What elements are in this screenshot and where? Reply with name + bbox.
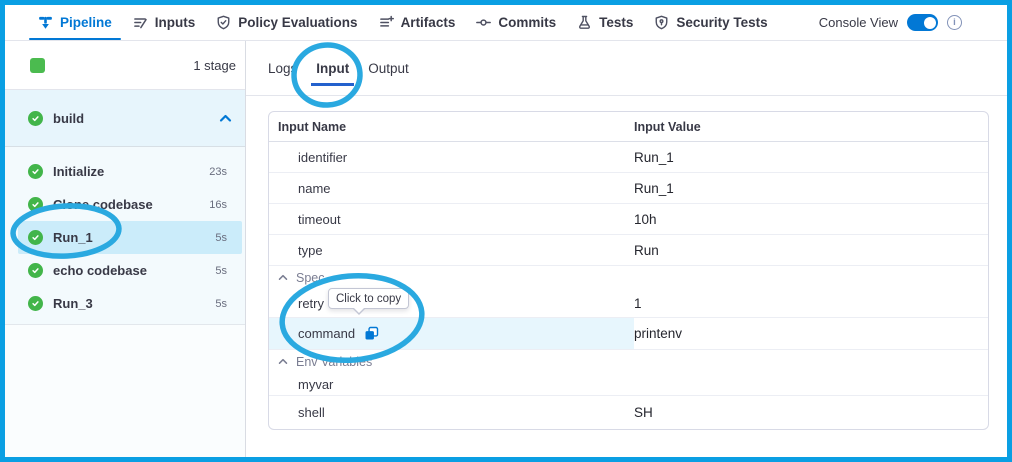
step-name: Run_3 [53,296,93,311]
group-label: Spec [296,271,325,285]
nav-tab-tests[interactable]: Tests [568,5,642,40]
table-row-name: name Run_1 [269,173,988,204]
step-duration: 5s [215,265,227,277]
step-run-1[interactable]: Run_1 5s [18,221,242,254]
chevron-up-icon [278,274,288,281]
step-name: echo codebase [53,263,147,278]
nav-tab-label: Security Tests [676,15,767,30]
stage-header-build[interactable]: build [5,90,245,147]
input-name: shell [269,396,634,429]
nav-right-controls: Console View i [819,14,962,31]
input-value: Run_1 [634,150,988,165]
nav-tab-label: Policy Evaluations [238,15,357,30]
execution-sidebar: 1 stage build Initialize 23s [5,41,246,457]
tab-input[interactable]: Input [316,61,349,76]
top-nav: Pipeline Inputs Policy Evaluations Artif… [5,5,1007,41]
success-check-icon [28,164,43,179]
nav-tab-artifacts[interactable]: Artifacts [370,5,465,40]
nav-tab-pipeline[interactable]: Pipeline [29,5,121,40]
input-name: timeout [269,204,634,234]
detail-tabs: Logs Input Output [246,41,1007,96]
chevron-up-icon[interactable] [219,114,232,123]
step-name: Clone codebase [53,197,153,212]
console-view-label: Console View [819,15,898,30]
success-check-icon [28,230,43,245]
policy-shield-icon [216,15,231,30]
step-name: Run_1 [53,230,93,245]
input-name: retry [269,289,634,317]
success-check-icon [28,263,43,278]
input-table-header: Input Name Input Value [269,112,988,142]
success-check-icon [28,296,43,311]
pipeline-icon [38,15,53,30]
success-check-icon [28,197,43,212]
input-value: printenv [634,326,988,341]
table-row-command: command printenv [269,318,988,350]
tab-logs[interactable]: Logs [268,61,297,76]
input-value: SH [634,405,988,420]
info-icon[interactable]: i [947,15,962,30]
table-row-type: type Run [269,235,988,266]
step-detail-panel: Logs Input Output Input Name Input Value… [246,41,1007,457]
step-duration: 16s [209,199,227,211]
input-value: Run_1 [634,181,988,196]
chevron-up-icon [278,358,288,365]
column-header-input-value: Input Value [634,120,988,134]
divider [5,324,245,325]
inputs-icon [133,15,148,30]
step-duration: 5s [215,232,227,244]
copy-icon[interactable] [364,326,379,341]
step-initialize[interactable]: Initialize 23s [5,155,245,188]
success-check-icon [28,111,43,126]
console-view-toggle[interactable] [907,14,938,31]
commit-icon [476,15,491,30]
page-body: 1 stage build Initialize 23s [5,41,1007,457]
table-row-identifier: identifier Run_1 [269,142,988,173]
nav-tab-label: Commits [498,15,556,30]
group-row-spec[interactable]: Spec [269,266,988,289]
input-value: 1 [634,296,988,311]
input-name: command [298,326,355,341]
stage-status-square-icon [30,58,45,73]
nav-tab-label: Pipeline [60,15,112,30]
step-name: Initialize [53,164,104,179]
step-list: Initialize 23s Clone codebase 16s Run_1 … [5,147,245,325]
step-duration: 5s [215,298,227,310]
step-run-3[interactable]: Run_3 5s [5,287,245,320]
nav-tab-security-tests[interactable]: Security Tests [645,5,776,40]
step-echo-codebase[interactable]: echo codebase 5s [5,254,245,287]
tab-output[interactable]: Output [368,61,409,76]
input-value: Run [634,243,988,258]
nav-tab-inputs[interactable]: Inputs [124,5,205,40]
column-header-input-name: Input Name [269,112,634,141]
input-name: myvar [269,373,634,395]
app-window: Pipeline Inputs Policy Evaluations Artif… [0,0,1012,462]
table-row-timeout: timeout 10h [269,204,988,235]
stage-name: build [53,111,84,126]
step-clone-codebase[interactable]: Clone codebase 16s [5,188,245,221]
input-name: identifier [269,142,634,172]
input-name-highlighted: command [269,318,634,349]
nav-tab-policy-evaluations[interactable]: Policy Evaluations [207,5,366,40]
nav-tab-label: Tests [599,15,633,30]
table-row-shell: shell SH [269,396,988,429]
nav-tab-commits[interactable]: Commits [467,5,565,40]
input-table: Input Name Input Value identifier Run_1 … [268,111,989,430]
security-shield-icon [654,15,669,30]
nav-tab-label: Artifacts [401,15,456,30]
tests-flask-icon [577,15,592,30]
input-name: name [269,173,634,203]
nav-tab-label: Inputs [155,15,196,30]
group-row-env-variables[interactable]: Env Variables [269,350,988,373]
artifacts-icon [379,15,394,30]
stage-count-row: 1 stage [5,41,245,90]
input-value: 10h [634,212,988,227]
table-row-myvar: myvar [269,373,988,396]
click-to-copy-tooltip: Click to copy [328,288,409,309]
step-duration: 23s [209,166,227,178]
input-name: type [269,235,634,265]
group-label: Env Variables [296,355,372,369]
stage-count-label: 1 stage [193,58,236,73]
